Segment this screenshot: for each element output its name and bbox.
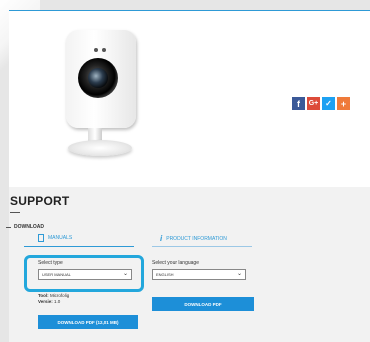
tab-manuals-label: MANUALS	[48, 235, 73, 241]
select-language-value: ENGLISH	[156, 272, 174, 277]
camera-lens	[88, 68, 108, 88]
select-language-label: Select your language	[152, 260, 199, 266]
collapse-icon	[6, 226, 11, 228]
tab-product-information[interactable]: i PRODUCT INFORMATION	[160, 234, 227, 243]
download-label: DOWNLOAD	[14, 224, 44, 230]
camera-sensor	[102, 48, 106, 52]
facebook-icon[interactable]: f	[292, 97, 305, 110]
chevron-down-icon: ⌄	[236, 271, 243, 277]
download-toggle[interactable]: DOWNLOAD	[6, 224, 44, 230]
document-icon	[38, 234, 44, 242]
share-bar: f G+ ✓ +	[292, 97, 350, 110]
manual-meta: Tool: Microfolig Versie: 1.0	[38, 293, 69, 305]
page: f G+ ✓ + SUPPORT DOWNLOAD MANUALS i PROD…	[0, 0, 370, 342]
product-image-camera	[66, 30, 136, 158]
version-value: 1.0	[54, 299, 61, 304]
select-language-dropdown[interactable]: ENGLISH ⌄	[152, 269, 246, 280]
tab-product-information-label: PRODUCT INFORMATION	[166, 235, 227, 242]
info-icon: i	[160, 234, 163, 243]
share-plus-icon[interactable]: +	[337, 97, 350, 110]
camera-sensor	[94, 48, 98, 52]
title-rule	[10, 212, 20, 213]
google-plus-icon[interactable]: G+	[307, 97, 320, 110]
tab-manuals-underline	[24, 246, 134, 247]
download-pdf-button[interactable]: DOWNLOAD PDF	[152, 297, 254, 311]
twitter-icon[interactable]: ✓	[322, 97, 335, 110]
select-type-highlight	[24, 255, 144, 292]
tool-value: Microfolig	[49, 293, 70, 298]
tab-product-underline	[152, 246, 252, 247]
tool-label: Tool:	[38, 293, 49, 298]
tab-manuals[interactable]: MANUALS	[38, 234, 72, 242]
version-label: Versie:	[38, 299, 53, 304]
download-pdf-size-button[interactable]: DOWNLOAD PDF (12,01 MB)	[38, 315, 138, 329]
camera-base	[68, 140, 132, 156]
support-title: SUPPORT	[10, 194, 70, 208]
